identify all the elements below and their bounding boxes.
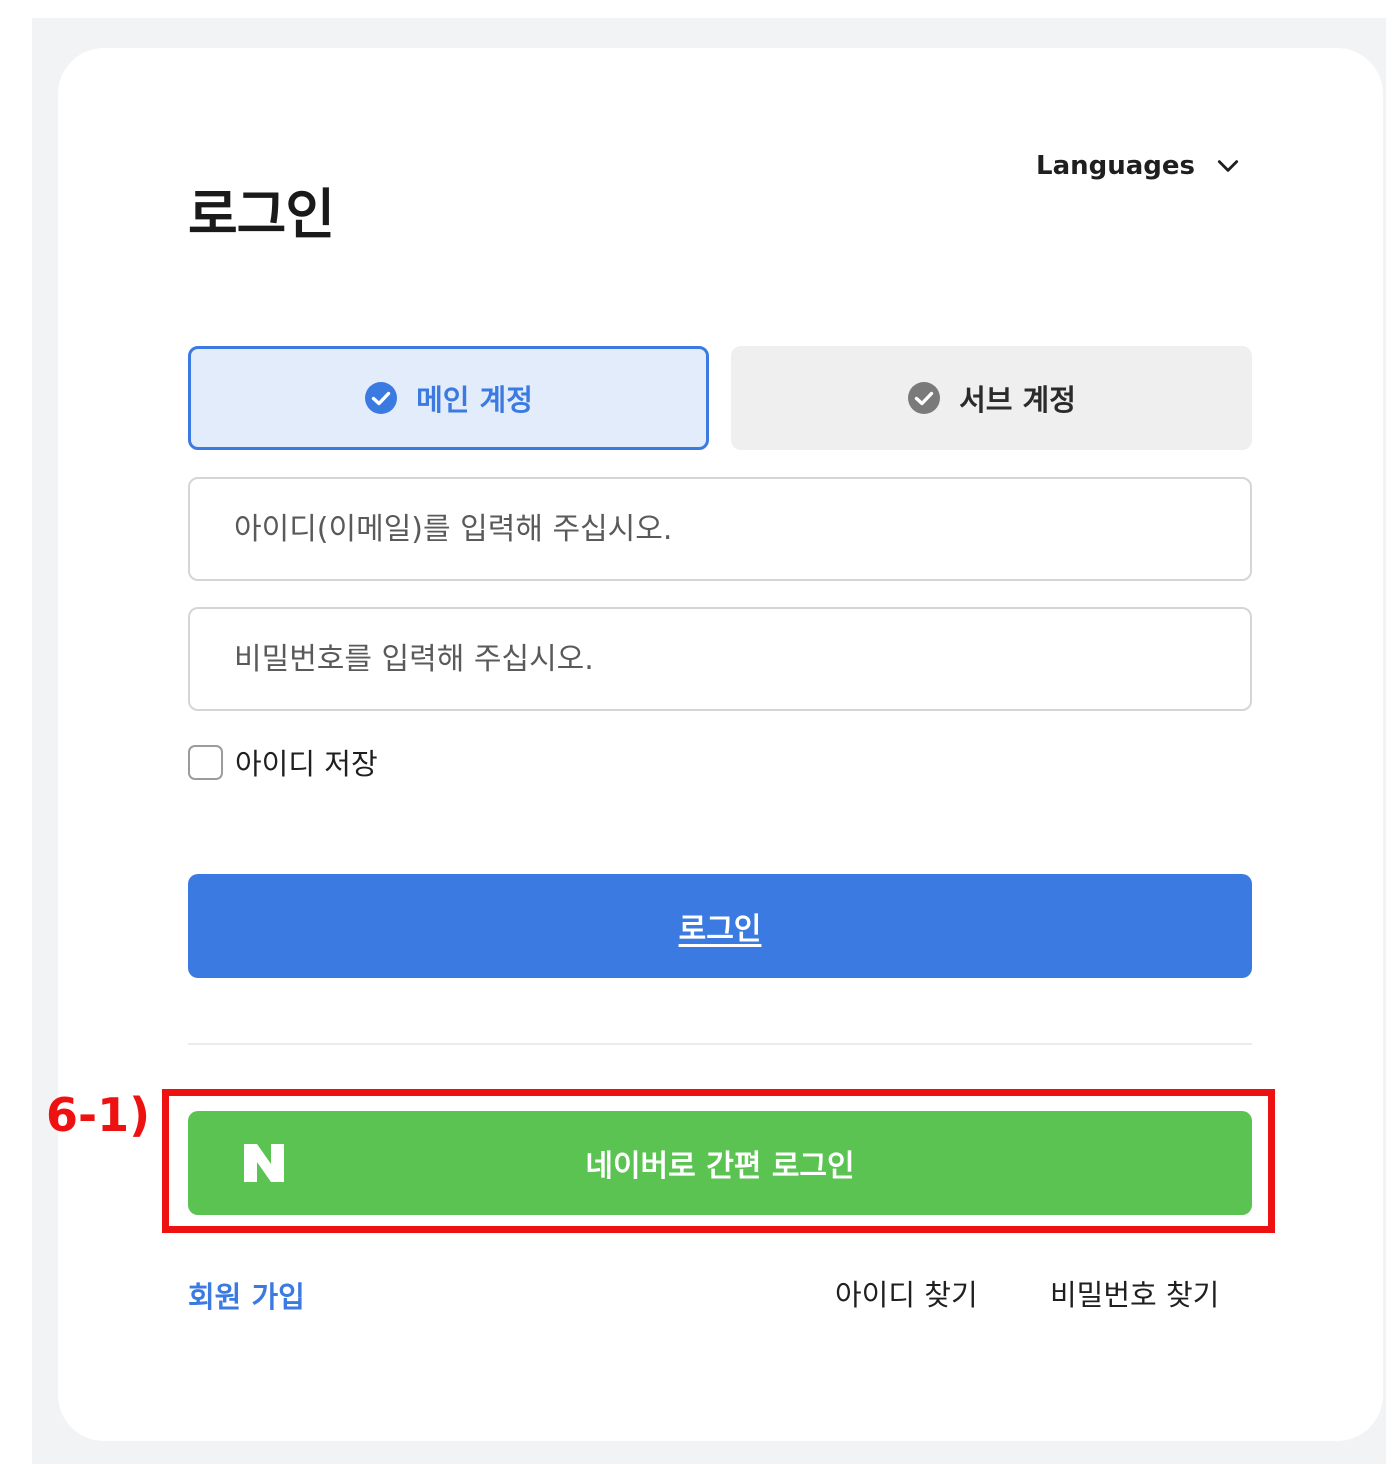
login-button[interactable]: 로그인 — [188, 874, 1252, 978]
remember-id-checkbox[interactable] — [188, 744, 223, 780]
annotation-highlight-box — [162, 1089, 1275, 1233]
remember-id-label: 아이디 저장 — [235, 747, 378, 781]
section-divider — [188, 1043, 1252, 1045]
chevron-down-icon — [1217, 160, 1239, 172]
password-input[interactable] — [188, 607, 1252, 711]
check-circle-icon — [365, 382, 398, 414]
find-id-link[interactable]: 아이디 찾기 — [835, 1272, 978, 1314]
tab-sub-account-label: 서브 계정 — [959, 383, 1076, 417]
tab-main-account-label: 메인 계정 — [416, 383, 533, 417]
tab-sub-account[interactable]: 서브 계정 — [731, 346, 1252, 450]
id-email-input[interactable] — [188, 477, 1252, 581]
languages-dropdown[interactable]: Languages — [1036, 146, 1241, 186]
signup-link[interactable]: 회원 가입 — [188, 1274, 305, 1316]
annotation-label: 6-1) — [46, 1088, 151, 1142]
check-circle-icon — [908, 382, 941, 414]
login-button-label: 로그인 — [678, 912, 762, 947]
languages-label: Languages — [1036, 151, 1196, 181]
find-password-link[interactable]: 비밀번호 찾기 — [1050, 1272, 1219, 1314]
page-title: 로그인 — [188, 183, 335, 246]
tab-main-account[interactable]: 메인 계정 — [188, 346, 709, 450]
remember-id-option[interactable]: 아이디 저장 — [188, 742, 378, 782]
